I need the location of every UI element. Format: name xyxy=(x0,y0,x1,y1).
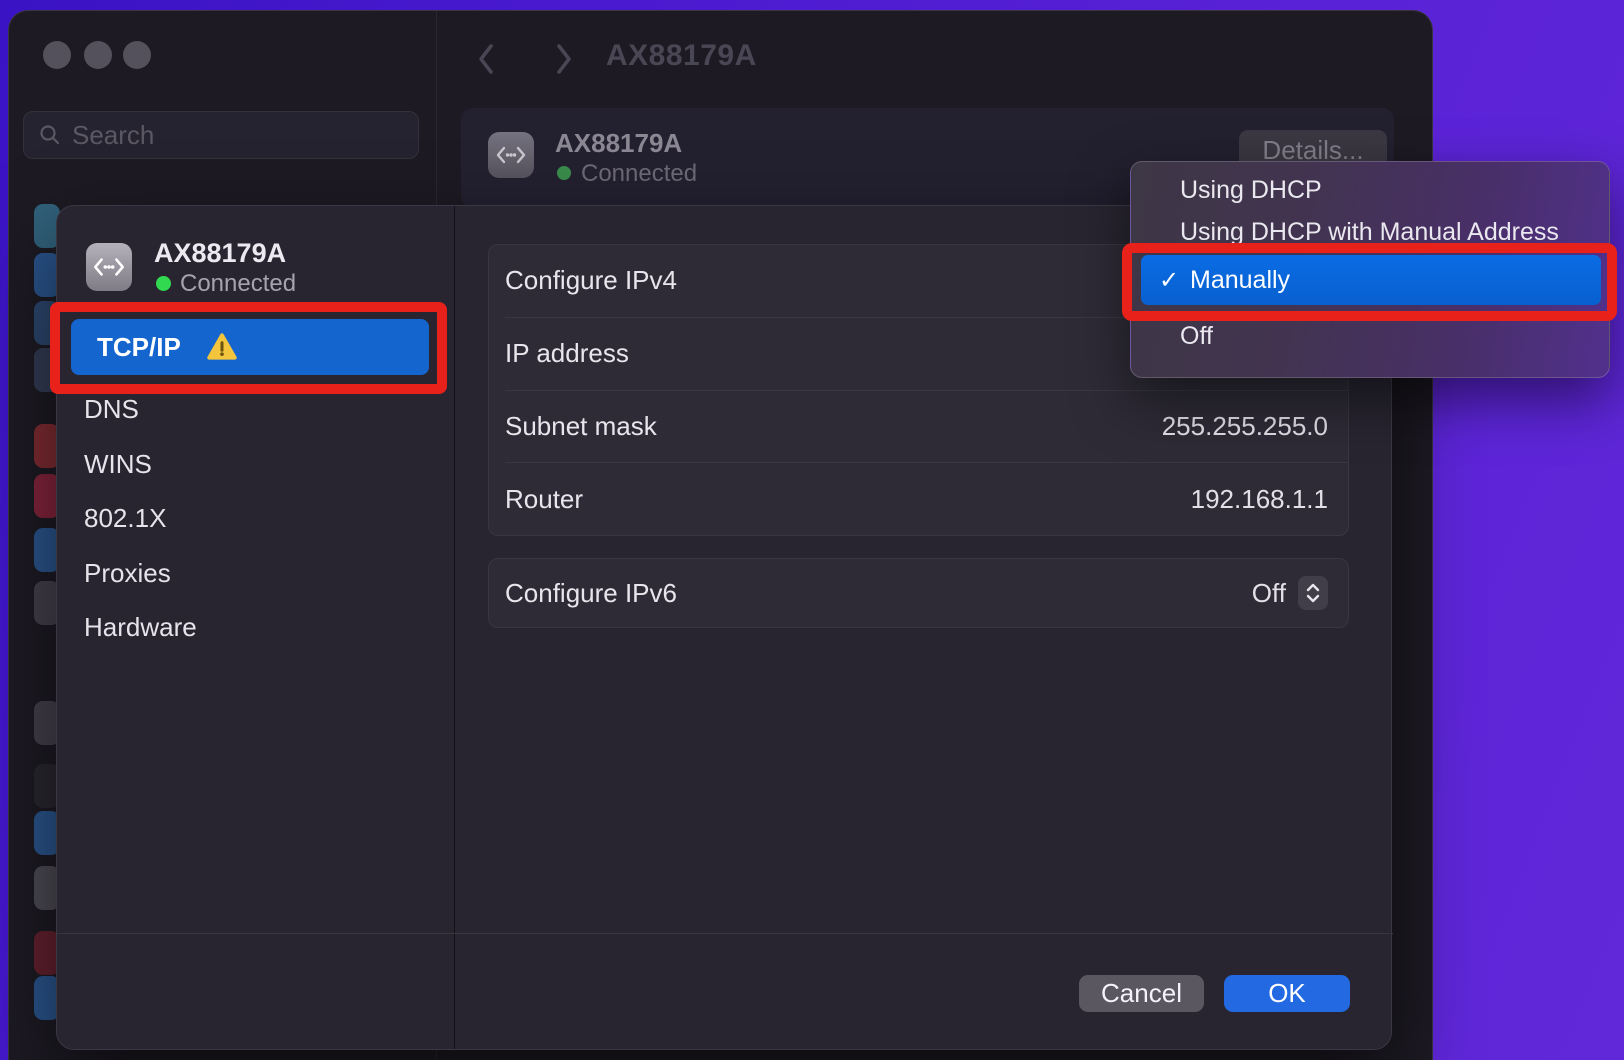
footer-divider xyxy=(57,933,1393,934)
menu-item-off[interactable]: Off xyxy=(1180,319,1213,353)
connected-status-dot xyxy=(557,166,571,180)
window-zoom-button[interactable] xyxy=(123,41,151,69)
ethernet-adapter-icon xyxy=(488,132,534,178)
search-placeholder: Search xyxy=(72,120,154,151)
sidebar-item-wins[interactable]: WINS xyxy=(84,449,152,479)
back-chevron-icon[interactable] xyxy=(475,41,499,77)
annotation-box-tcpip xyxy=(50,302,447,394)
device-status: Connected xyxy=(581,160,697,188)
ipv6-value: Off xyxy=(1252,578,1286,609)
sidebar-item-dns[interactable]: DNS xyxy=(84,394,139,424)
connected-status-dot xyxy=(156,276,171,291)
router-row[interactable]: Router 192.168.1.1 xyxy=(505,462,1348,535)
row-label: Subnet mask xyxy=(505,411,657,442)
ipv6-popup-stepper[interactable] xyxy=(1298,576,1328,610)
sidebar-item-8021x[interactable]: 802.1X xyxy=(84,503,166,533)
up-down-chevrons-icon xyxy=(1303,581,1323,605)
row-label: Configure IPv4 xyxy=(505,265,677,296)
row-value: 192.168.1.1 xyxy=(1191,484,1328,515)
row-label: Configure IPv6 xyxy=(505,578,677,609)
configure-ipv6-row[interactable]: Configure IPv6 Off xyxy=(489,559,1348,627)
device-status: Connected xyxy=(180,270,296,298)
ok-button[interactable]: OK xyxy=(1224,975,1350,1012)
sidebar-item-hardware[interactable]: Hardware xyxy=(84,612,197,642)
ethernet-adapter-icon xyxy=(86,243,132,291)
page-title: AX88179A xyxy=(606,39,757,73)
subnet-mask-row[interactable]: Subnet mask 255.255.255.0 xyxy=(505,390,1348,463)
cancel-button[interactable]: Cancel xyxy=(1079,975,1204,1012)
search-input[interactable]: Search xyxy=(23,111,419,159)
window-close-button[interactable] xyxy=(43,41,71,69)
menu-item-using-dhcp[interactable]: Using DHCP xyxy=(1180,173,1322,207)
forward-chevron-icon[interactable] xyxy=(551,41,575,77)
device-name: AX88179A xyxy=(555,128,682,159)
sidebar-item-proxies[interactable]: Proxies xyxy=(84,558,171,588)
search-icon xyxy=(38,123,62,147)
row-label: Router xyxy=(505,484,583,515)
window-minimize-button[interactable] xyxy=(84,41,112,69)
row-value: 255.255.255.0 xyxy=(1162,411,1328,442)
annotation-box-manually xyxy=(1122,243,1617,321)
sheet-sidebar-divider xyxy=(454,206,455,1049)
device-name: AX88179A xyxy=(154,238,286,269)
row-label: IP address xyxy=(505,338,629,369)
ipv6-settings-group: Configure IPv6 Off xyxy=(488,558,1349,628)
